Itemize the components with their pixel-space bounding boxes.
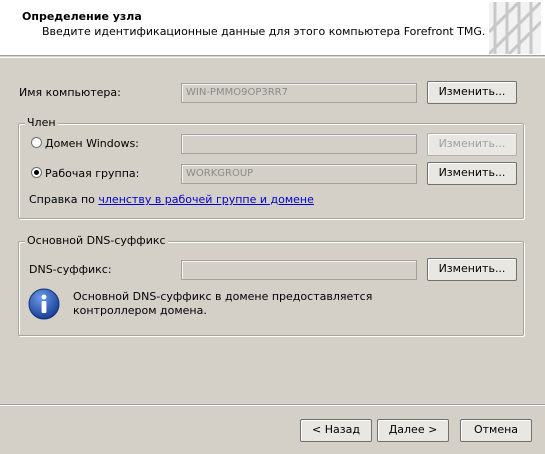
dns-group-title: Основной DNS-суффикс	[25, 234, 168, 247]
membership-help-link[interactable]: членству в рабочей группе и домене	[98, 193, 314, 206]
page-title: Определение узла	[22, 10, 142, 23]
change-domain-button[interactable]: Изменить...	[427, 133, 517, 156]
domain-radio[interactable]	[31, 137, 42, 148]
page-subtitle: Введите идентификационные данные для это…	[42, 25, 486, 38]
radio-selected-dot	[34, 170, 39, 175]
back-button[interactable]: < Назад	[300, 419, 372, 442]
change-computer-name-button[interactable]: Изменить...	[427, 81, 517, 104]
domain-field[interactable]	[181, 134, 417, 154]
member-group-title: Член	[25, 116, 58, 129]
workgroup-radio[interactable]	[31, 167, 42, 178]
change-dns-suffix-button[interactable]: Изменить...	[427, 258, 517, 281]
next-button[interactable]: Далее >	[377, 419, 449, 442]
workgroup-field[interactable]: WORKGROUP	[181, 164, 417, 184]
domain-label: Домен Windows:	[45, 137, 139, 150]
dns-info-line-2: контроллером домена.	[73, 304, 207, 317]
wizard-header: Определение узла Введите идентификационн…	[0, 0, 545, 56]
dns-suffix-label: DNS-суффикс:	[29, 263, 112, 276]
change-workgroup-button[interactable]: Изменить...	[427, 162, 517, 185]
cancel-button[interactable]: Отмена	[460, 419, 532, 442]
computer-name-field[interactable]: WIN-PMMO9OP3RR7	[181, 83, 417, 103]
forefront-logo-icon	[489, 2, 541, 54]
help-prefix: Справка по	[29, 193, 95, 206]
membership-help-text: Справка по членству в рабочей группе и д…	[29, 193, 314, 206]
dns-info-line-1: Основной DNS-суффикс в домене предоставл…	[73, 290, 373, 303]
computer-name-label: Имя компьютера:	[19, 86, 121, 99]
header-divider	[0, 57, 545, 58]
dns-group	[18, 241, 524, 336]
dns-suffix-field[interactable]	[181, 260, 417, 280]
info-icon	[28, 288, 60, 320]
workgroup-label: Рабочая группа:	[45, 167, 140, 180]
footer-divider	[0, 404, 545, 406]
